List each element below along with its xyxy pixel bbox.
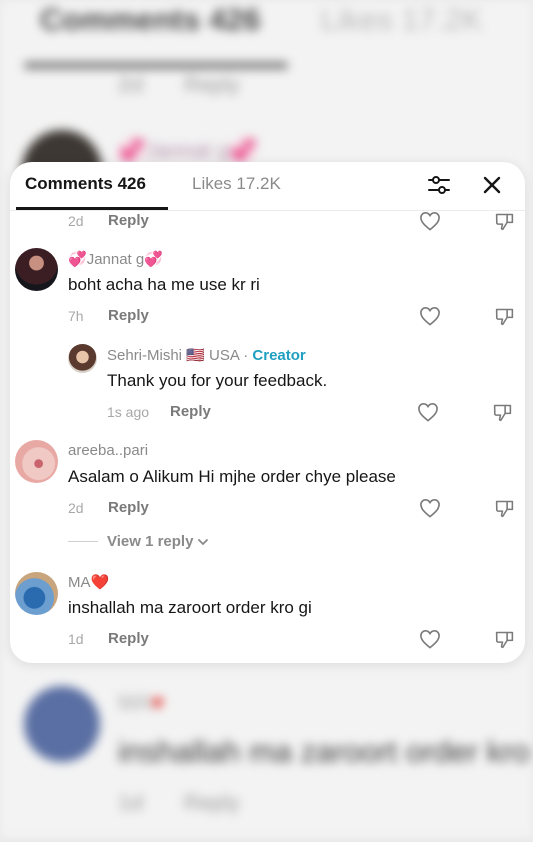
thumbs-down-icon	[495, 500, 513, 517]
background-avatar	[24, 686, 100, 762]
background-top-reply: Reply	[183, 72, 240, 97]
view-replies-line	[68, 541, 98, 542]
background-top-name: 💞Jannat g💞	[118, 138, 258, 163]
background-tab-underline	[24, 62, 288, 69]
like-button[interactable]	[418, 496, 442, 520]
chevron-down-icon	[198, 538, 209, 545]
comment-author[interactable]: areeba..pari	[68, 442, 148, 459]
dislike-button[interactable]	[492, 211, 516, 233]
comment-author[interactable]: MA❤️	[68, 573, 109, 591]
reply-button[interactable]: Reply	[108, 499, 149, 516]
comment-text: inshallah ma zaroort order kro gi	[68, 598, 312, 617]
avatar[interactable]	[15, 248, 58, 291]
active-tab-indicator	[16, 207, 168, 210]
like-button[interactable]	[418, 304, 442, 328]
comment-author[interactable]: Sehri-Mishi 🇺🇸 USA · Creator	[107, 346, 306, 364]
comment-time: 1s ago	[107, 404, 150, 420]
comment-time: 2d	[68, 500, 84, 516]
thumbs-down-icon	[495, 213, 513, 230]
like-button[interactable]	[418, 211, 442, 233]
sliders-icon	[428, 176, 450, 194]
avatar[interactable]	[15, 440, 58, 483]
tab-bar: Comments 426 Likes 17.2K	[10, 162, 525, 211]
comment-text: Asalam o Alikum Hi mjhe order chye pleas…	[68, 467, 396, 486]
dislike-button[interactable]	[492, 496, 516, 520]
background-bottom-time: 1d	[118, 790, 144, 815]
creator-badge: Creator	[252, 347, 306, 364]
comment-list[interactable]: 2d Reply 💞Jannat g💞 boht acha ha me use …	[10, 211, 525, 663]
view-replies-label: View 1 reply	[107, 533, 194, 550]
country-label: USA	[209, 347, 240, 364]
dislike-button[interactable]	[492, 627, 516, 651]
background-top-meta: 2d Reply	[118, 72, 240, 98]
background-top-time: 2d	[118, 72, 144, 97]
background-bottom-reply: Reply	[183, 790, 240, 815]
reply-button[interactable]: Reply	[108, 630, 149, 647]
tab-likes[interactable]: Likes 17.2K	[192, 174, 281, 194]
background-tabs: Comments 426 Likes 17.2K	[40, 2, 483, 38]
reply-button[interactable]: Reply	[108, 212, 149, 229]
comments-sheet: Comments 426 Likes 17.2K 2d Reply 💞Janna…	[10, 162, 525, 663]
avatar[interactable]	[68, 344, 97, 373]
comment-time: 2d	[68, 213, 84, 229]
dislike-button[interactable]	[492, 304, 516, 328]
comment-text: boht acha ha me use kr ri	[68, 275, 260, 294]
comment-text: Thank you for your feedback.	[107, 371, 328, 390]
filter-button[interactable]	[422, 168, 456, 202]
close-icon	[483, 176, 501, 194]
view-replies-button[interactable]: View 1 reply	[68, 533, 210, 550]
reply-button[interactable]: Reply	[170, 403, 211, 420]
background-bottom-meta: 1d Reply	[118, 790, 240, 816]
like-button[interactable]	[418, 627, 442, 651]
reply-button[interactable]: Reply	[108, 307, 149, 324]
heart-outline-icon	[420, 306, 440, 326]
thumbs-down-icon	[493, 404, 511, 421]
dislike-button[interactable]	[490, 400, 514, 424]
avatar[interactable]	[15, 572, 58, 615]
thumbs-down-icon	[495, 308, 513, 325]
tab-comments[interactable]: Comments 426	[25, 174, 146, 194]
comment-author[interactable]: 💞Jannat g💞	[68, 250, 163, 268]
heart-outline-icon	[420, 498, 440, 518]
background-bottom-name: MA♥	[118, 690, 165, 715]
heart-outline-icon	[420, 211, 440, 231]
like-button[interactable]	[416, 400, 440, 424]
comment-time: 7h	[68, 308, 84, 324]
close-button[interactable]	[475, 168, 509, 202]
comment-time: 1d	[68, 631, 84, 647]
background-tab-comments: Comments 426	[40, 2, 261, 37]
heart-outline-icon	[418, 402, 438, 422]
thumbs-down-icon	[495, 631, 513, 648]
background-bottom-text: inshallah ma zaroort order kro	[118, 734, 530, 769]
background-tab-likes: Likes 17.2K	[320, 2, 483, 37]
heart-outline-icon	[420, 629, 440, 649]
flag-icon: 🇺🇸	[186, 347, 205, 364]
